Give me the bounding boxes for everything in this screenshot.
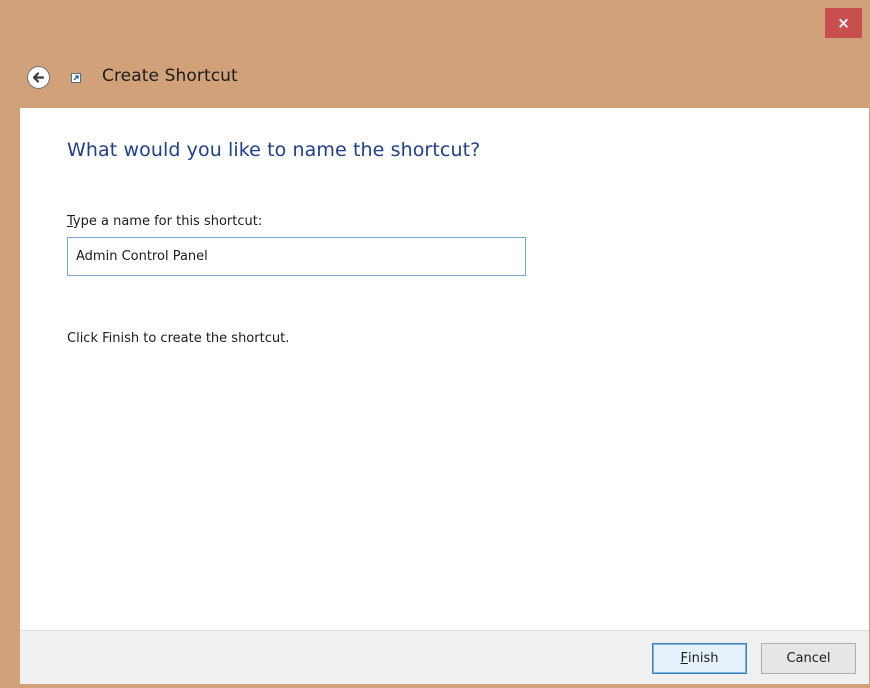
page-title: Create Shortcut: [102, 66, 238, 86]
wizard-content: What would you like to name the shortcut…: [20, 108, 869, 630]
finish-hint: Click Finish to create the shortcut.: [67, 331, 290, 346]
window-bottom-border: [0, 684, 870, 688]
create-shortcut-window: × Create Shortcut What would you like to…: [0, 0, 870, 688]
shortcut-name-label: Type a name for this shortcut:: [67, 214, 262, 229]
close-icon: ×: [837, 14, 850, 32]
close-button[interactable]: ×: [825, 8, 862, 38]
shortcut-icon: [71, 73, 81, 83]
wizard-question: What would you like to name the shortcut…: [67, 139, 481, 161]
shortcut-name-input[interactable]: [67, 237, 526, 276]
finish-label: inish: [688, 651, 719, 666]
finish-accesskey: F: [680, 651, 688, 666]
back-button[interactable]: [27, 66, 50, 89]
finish-button[interactable]: Finish: [652, 643, 747, 674]
back-arrow-icon: [27, 66, 50, 89]
title-bar[interactable]: ×: [0, 0, 870, 40]
wizard-header: Create Shortcut: [0, 56, 870, 108]
wizard-footer: Finish Cancel: [20, 630, 869, 684]
cancel-button[interactable]: Cancel: [761, 643, 856, 674]
shortcut-name-label-text: ype a name for this shortcut:: [72, 214, 263, 229]
